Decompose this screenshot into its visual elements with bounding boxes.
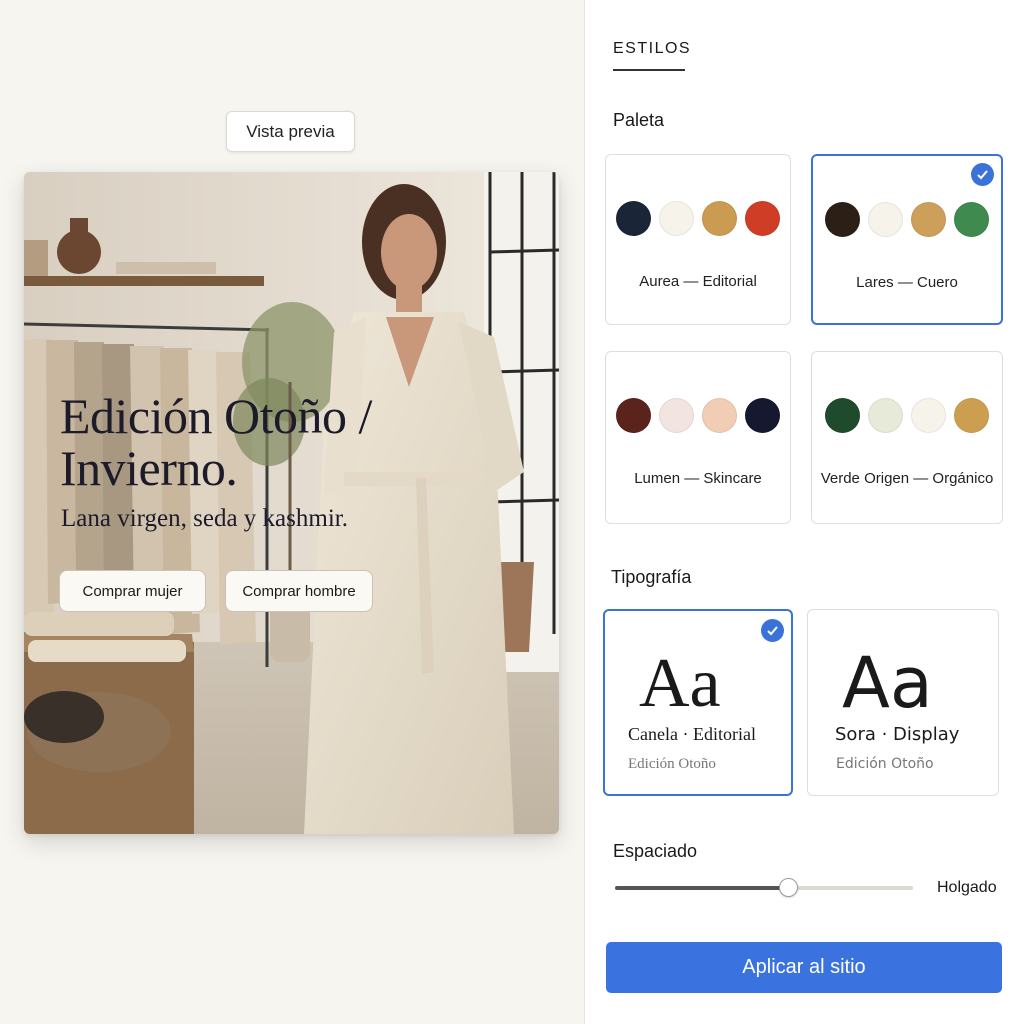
palette-name: Verde Origen — Orgánico (820, 470, 994, 487)
color-swatch (616, 398, 651, 433)
color-swatch (868, 202, 903, 237)
palette-card-lares[interactable]: Lares — Cuero (811, 154, 1003, 325)
typeface-preview: Edición Otoño (836, 756, 934, 772)
checkmark-icon (971, 163, 994, 186)
panel-title: ESTILOS (613, 40, 692, 57)
palette-card-lumen[interactable]: Lumen — Skincare (605, 351, 791, 524)
color-swatch (659, 398, 694, 433)
preview-label: Vista previa (226, 111, 355, 152)
color-swatch (745, 201, 780, 236)
hero-photo (24, 172, 559, 834)
color-swatch (954, 202, 989, 237)
spacing-section-label: Espaciado (613, 841, 698, 861)
palette-card-verde-origen[interactable]: Verde Origen — Orgánico (811, 351, 1003, 524)
color-swatch (911, 202, 946, 237)
panel-title-underline (613, 69, 685, 71)
palette-swatches (606, 201, 790, 236)
typeface-sample: Aa (639, 645, 721, 722)
palette-name: Lumen — Skincare (634, 470, 762, 487)
apply-button[interactable]: Aplicar al sitio (606, 942, 1002, 993)
styles-panel: ESTILOS Paleta Aurea — Editorial Lares —… (584, 0, 1024, 1024)
color-swatch (954, 398, 989, 433)
typeface-name: Sora · Display (835, 724, 960, 745)
hero-banner: Edición Otoño / Invierno. Lana virgen, s… (24, 172, 559, 834)
color-swatch (868, 398, 903, 433)
color-swatch (911, 398, 946, 433)
shop-women-button[interactable]: Comprar mujer (59, 570, 206, 612)
hero-subtitle: Lana virgen, seda y kashmir. (61, 505, 348, 532)
color-swatch (825, 398, 860, 433)
spacing-value: Holgado (937, 879, 997, 896)
palette-card-aurea[interactable]: Aurea — Editorial (605, 154, 791, 325)
checkmark-icon (761, 619, 784, 642)
spacing-slider[interactable] (615, 878, 913, 897)
color-swatch (659, 201, 694, 236)
color-swatch (702, 398, 737, 433)
shop-men-button[interactable]: Comprar hombre (225, 570, 373, 612)
typeface-sample: Aa (842, 642, 933, 724)
palette-swatches (813, 202, 1001, 237)
palette-section-label: Paleta (613, 110, 665, 130)
palette-name: Lares — Cuero (856, 274, 958, 291)
typeface-card-canela[interactable]: Aa Canela · Editorial Edición Otoño (603, 609, 793, 796)
typeface-card-sora[interactable]: Aa Sora · Display Edición Otoño (807, 609, 999, 796)
typeface-name: Canela · Editorial (628, 724, 756, 744)
palette-swatches (812, 398, 1002, 433)
spacing-slider-fill (615, 886, 788, 890)
color-swatch (745, 398, 780, 433)
palette-swatches (606, 398, 790, 433)
color-swatch (616, 201, 651, 236)
spacing-slider-thumb[interactable] (778, 878, 798, 897)
palette-name: Aurea — Editorial (639, 273, 757, 290)
preview-area: Vista previa Edición Otoño / Invierno. L… (0, 0, 584, 1024)
hero-title: Edición Otoño / Invierno. (60, 388, 372, 496)
color-swatch (825, 202, 860, 237)
color-swatch (702, 201, 737, 236)
typography-section-label: Tipografía (611, 567, 692, 587)
typeface-preview: Edición Otoño (628, 756, 716, 772)
